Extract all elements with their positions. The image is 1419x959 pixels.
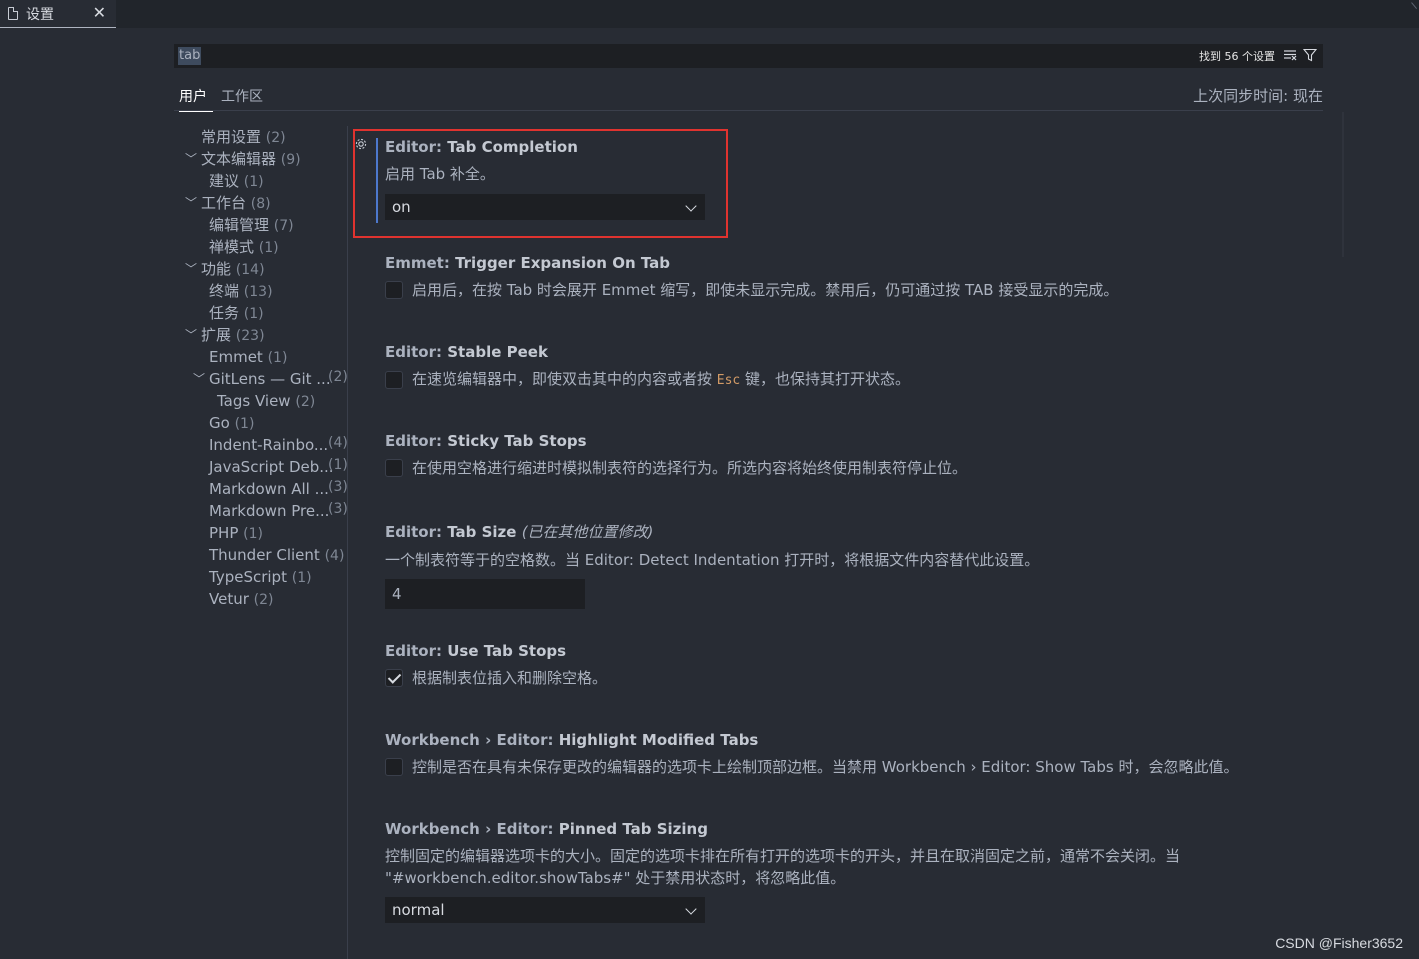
- setting-sticky-tab-stops: Editor: Sticky Tab Stops 在使用空格进行缩进时模拟制表符…: [385, 432, 967, 479]
- tab-workspace[interactable]: 工作区: [221, 86, 263, 110]
- focused-setting-indicator: [376, 138, 378, 223]
- editor-tab-bar: 设置 ✕: [0, 0, 1419, 28]
- clear-filter-icon[interactable]: [1283, 49, 1297, 61]
- setting-title: Editor: Stable Peek: [385, 343, 548, 361]
- toc-item-count: (3): [328, 501, 348, 517]
- settings-tab[interactable]: 设置 ✕: [0, 0, 116, 28]
- setting-emmet-trigger: Emmet: Trigger Expansion On Tab 启用后，在按 T…: [385, 254, 1118, 301]
- toc-item[interactable]: Emmet (1): [209, 346, 287, 368]
- toc-item[interactable]: ﹀ GitLens — Git ...: [193, 368, 331, 390]
- toc-item-count: (4): [328, 435, 348, 451]
- stable-peek-checkbox[interactable]: [385, 371, 403, 389]
- setting-description: 启用 Tab 补全。: [385, 165, 495, 183]
- toc-item[interactable]: Markdown Pre...: [209, 500, 329, 522]
- modified-elsewhere-link[interactable]: (已在其他位置修改): [522, 523, 654, 541]
- highlight-modified-tabs-checkbox[interactable]: [385, 758, 403, 776]
- setting-description: 在速览编辑器中，即使双击其中的内容或者按 Esc 键，也保持其打开状态。: [412, 370, 911, 388]
- setting-title: Editor: Tab Completion: [385, 138, 578, 156]
- toc-item[interactable]: Tags View (2): [217, 390, 315, 412]
- toc-item[interactable]: Thunder Client (4): [209, 544, 344, 566]
- setting-stable-peek: Editor: Stable Peek 在速览编辑器中，即使双击其中的内容或者按…: [385, 343, 910, 392]
- chevron-down-icon[interactable]: ﹀: [185, 324, 197, 346]
- setting-tab-size: Editor: Tab Size (已在其他位置修改) 一个制表符等于的空格数。…: [385, 521, 1039, 609]
- toc-item[interactable]: JavaScript Deb...: [209, 456, 334, 478]
- tab-user[interactable]: 用户: [179, 86, 213, 112]
- toc-item[interactable]: Vetur (2): [209, 588, 274, 610]
- toc-item[interactable]: 建议 (1): [209, 170, 264, 192]
- inline-code: Esc: [716, 373, 741, 388]
- tab-completion-select[interactable]: on: [385, 194, 705, 220]
- toc-item-count: (3): [328, 479, 348, 495]
- setting-description: 一个制表符等于的空格数。当 Editor: Detect Indentation…: [385, 551, 1040, 569]
- sync-status: 上次同步时间: 现在: [1193, 87, 1323, 105]
- close-icon[interactable]: ✕: [93, 3, 106, 22]
- chevron-down-icon[interactable]: ﹀: [193, 368, 205, 390]
- setting-highlight-modified-tabs: Workbench › Editor: Highlight Modified T…: [385, 731, 1238, 778]
- toc-item[interactable]: ﹀ 工作台 (8): [185, 192, 271, 214]
- setting-description: 在使用空格进行缩进时模拟制表符的选择行为。所选内容将始终使用制表符停止位。: [412, 459, 968, 477]
- settings-search-input[interactable]: tab 找到 56 个设置: [174, 44, 1323, 68]
- toc-item[interactable]: 编辑管理 (7): [209, 214, 294, 236]
- toc-divider: [347, 126, 348, 959]
- setting-use-tab-stops: Editor: Use Tab Stops 根据制表位插入和删除空格。: [385, 642, 607, 689]
- setting-title: Workbench › Editor: Highlight Modified T…: [385, 731, 759, 749]
- toc-item-count: (1): [328, 457, 348, 473]
- setting-pinned-tab-sizing: Workbench › Editor: Pinned Tab Sizing 控制…: [385, 820, 1180, 923]
- toc-item[interactable]: Markdown All ...: [209, 478, 329, 500]
- setting-description: 启用后，在按 Tab 时会展开 Emmet 缩写，即使未显示完成。禁用后，仍可通…: [412, 281, 1119, 299]
- toc-item[interactable]: ﹀ 扩展 (23): [185, 324, 265, 346]
- setting-description: 控制固定的编辑器选项卡的大小。固定的选项卡排在所有打开的选项卡的开头，并且在取消…: [385, 847, 1181, 887]
- setting-title: Editor: Sticky Tab Stops: [385, 432, 587, 450]
- setting-title: Editor: Use Tab Stops: [385, 642, 567, 660]
- scrollbar-track[interactable]: [1342, 112, 1344, 257]
- tab-size-input[interactable]: 4: [385, 579, 585, 609]
- chevron-down-icon[interactable]: ﹀: [185, 258, 197, 280]
- toc-item[interactable]: Indent-Rainbo...: [209, 434, 328, 456]
- chevron-down-icon[interactable]: ﹀: [185, 192, 197, 214]
- settings-tab-label: 设置: [26, 6, 54, 23]
- sticky-tab-stops-checkbox[interactable]: [385, 459, 403, 477]
- toc-item[interactable]: ﹀ 功能 (14): [185, 258, 265, 280]
- setting-description: 根据制表位插入和删除空格。: [412, 669, 608, 687]
- emmet-trigger-checkbox[interactable]: [385, 281, 403, 299]
- setting-title: Workbench › Editor: Pinned Tab Sizing: [385, 820, 708, 838]
- file-icon: [8, 7, 18, 20]
- search-result-count: 找到 56 个设置: [1199, 50, 1275, 63]
- toc-item[interactable]: 任务 (1): [209, 302, 264, 324]
- window-corner-decoration: [1411, 0, 1419, 9]
- scope-tabs: 用户 工作区 上次同步时间: 现在: [174, 82, 1323, 112]
- toc-item[interactable]: ﹀ 文本编辑器 (9): [185, 148, 301, 170]
- watermark: CSDN @Fisher3652: [1275, 935, 1403, 951]
- toc-item-count: (2): [328, 369, 348, 385]
- setting-title: Editor: Tab Size (已在其他位置修改): [385, 523, 654, 541]
- toc-item[interactable]: 终端 (13): [209, 280, 273, 302]
- toc-item[interactable]: Go (1): [209, 412, 254, 434]
- chevron-down-icon: [685, 200, 697, 212]
- gear-icon[interactable]: [354, 137, 368, 151]
- select-value: normal: [392, 901, 445, 919]
- toc-item[interactable]: PHP (1): [209, 522, 263, 544]
- toc-item[interactable]: TypeScript (1): [209, 566, 312, 588]
- setting-title: Emmet: Trigger Expansion On Tab: [385, 254, 671, 272]
- filter-icon[interactable]: [1303, 48, 1317, 62]
- select-value: on: [392, 198, 411, 216]
- toc-item[interactable]: 常用设置 (2): [201, 126, 286, 148]
- toc-item[interactable]: 禅模式 (1): [209, 236, 279, 258]
- chevron-down-icon[interactable]: ﹀: [185, 148, 197, 170]
- use-tab-stops-checkbox[interactable]: [385, 669, 403, 687]
- setting-tab-completion: Editor: Tab Completion 启用 Tab 补全。 on: [385, 138, 705, 220]
- pinned-tab-sizing-select[interactable]: normal: [385, 897, 705, 923]
- setting-description: 控制是否在具有未保存更改的编辑器的选项卡上绘制顶部边框。当禁用 Workbenc…: [412, 758, 1239, 776]
- chevron-down-icon: [685, 903, 697, 915]
- search-query[interactable]: tab: [178, 47, 202, 65]
